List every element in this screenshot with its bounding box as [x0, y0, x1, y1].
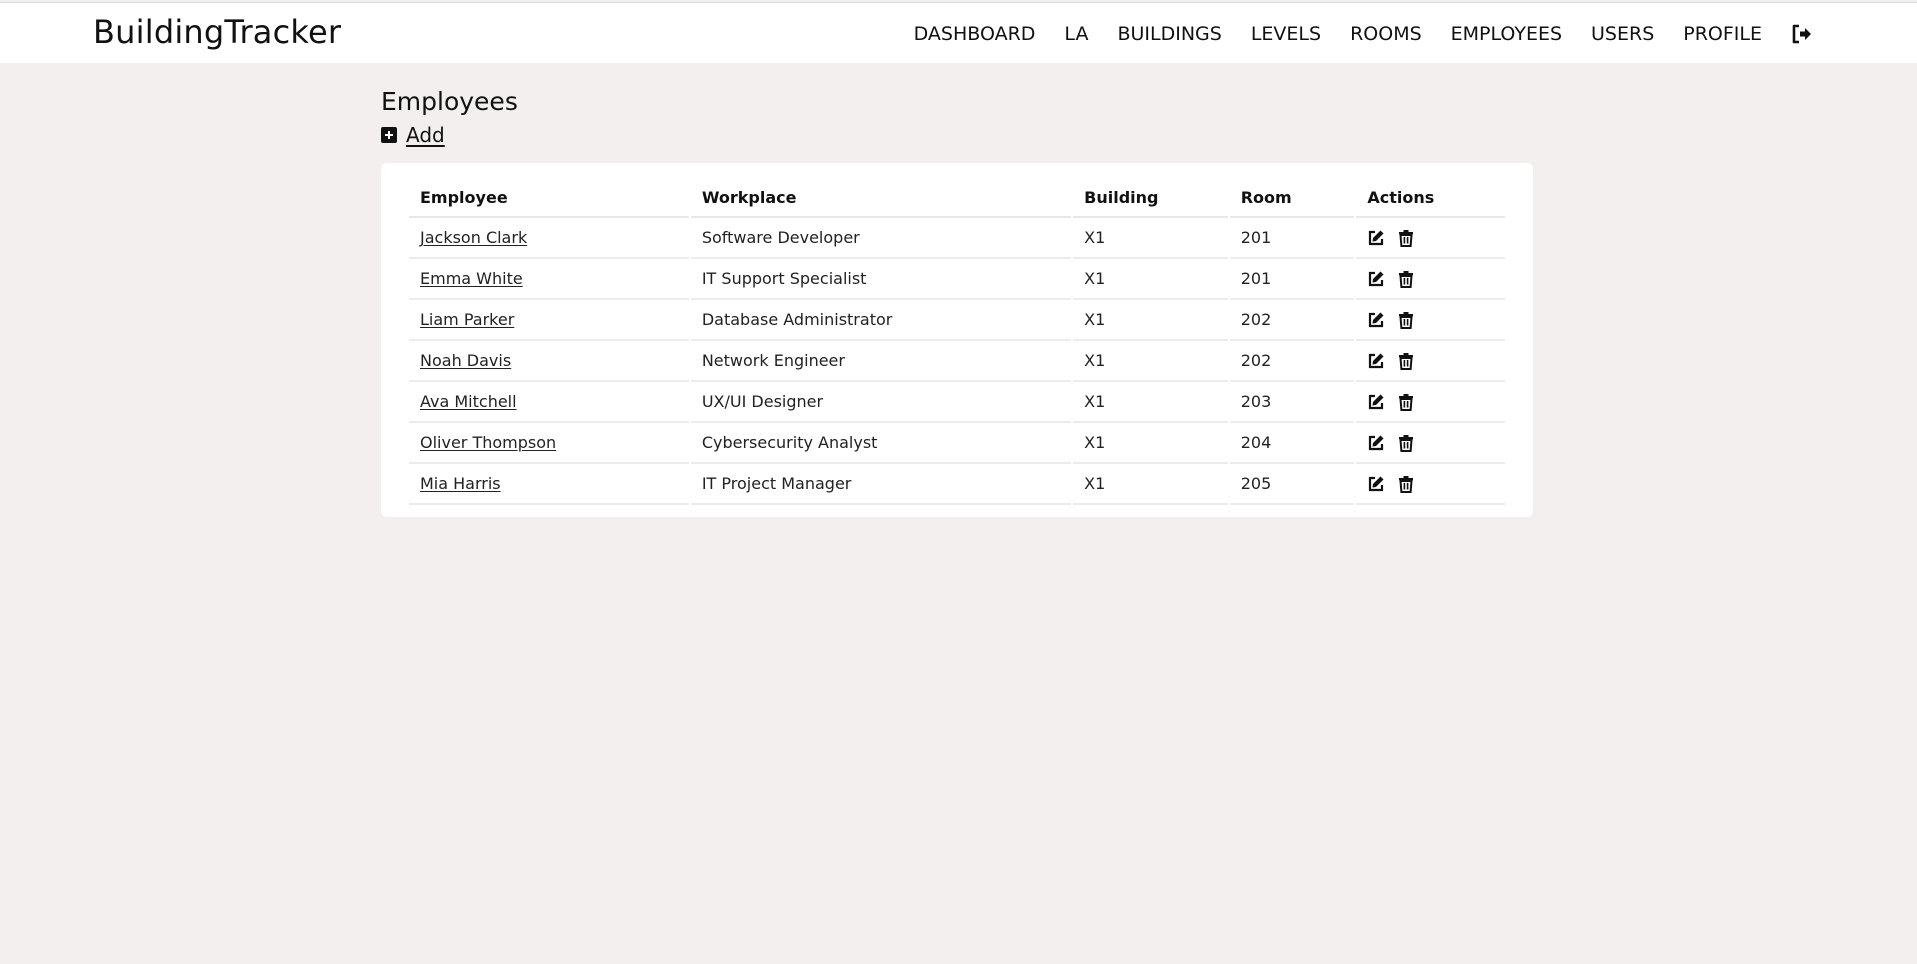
- nav-employees[interactable]: EMPLOYEES: [1451, 23, 1562, 45]
- main-nav: DASHBOARD LA BUILDINGS LEVELS ROOMS EMPL…: [914, 3, 1813, 64]
- column-header-workplace: Workplace: [690, 178, 1072, 218]
- employee-cell: Mia Harris: [409, 464, 689, 505]
- edit-icon[interactable]: [1367, 311, 1385, 329]
- workplace-cell: IT Support Specialist: [690, 259, 1072, 300]
- actions-cell: [1356, 382, 1505, 423]
- table-row: Noah Davis Network Engineer X1 202: [409, 341, 1505, 382]
- column-header-building: Building: [1073, 178, 1228, 218]
- building-cell: X1: [1073, 259, 1228, 300]
- workplace-cell: Software Developer: [690, 218, 1072, 259]
- trash-icon[interactable]: [1397, 270, 1415, 288]
- trash-icon[interactable]: [1397, 229, 1415, 247]
- actions-cell: [1356, 218, 1505, 259]
- table-row: Mia Harris IT Project Manager X1 205: [409, 464, 1505, 505]
- trash-icon[interactable]: [1397, 434, 1415, 452]
- trash-icon[interactable]: [1397, 352, 1415, 370]
- employee-link[interactable]: Mia Harris: [420, 474, 501, 493]
- employee-link[interactable]: Oliver Thompson: [420, 433, 556, 452]
- actions-cell: [1356, 423, 1505, 464]
- nav-users[interactable]: USERS: [1591, 23, 1654, 45]
- trash-icon[interactable]: [1397, 393, 1415, 411]
- page-title: Employees: [381, 87, 518, 116]
- brand-logo[interactable]: BuildingTracker: [93, 13, 341, 51]
- nav-levels[interactable]: LEVELS: [1251, 23, 1321, 45]
- employee-link[interactable]: Ava Mitchell: [420, 392, 517, 411]
- employee-link[interactable]: Jackson Clark: [420, 228, 527, 247]
- actions-cell: [1356, 259, 1505, 300]
- edit-icon[interactable]: [1367, 475, 1385, 493]
- add-employee-button[interactable]: Add: [381, 123, 1533, 147]
- room-cell: 202: [1229, 341, 1355, 382]
- building-cell: X1: [1073, 382, 1228, 423]
- nav-la[interactable]: LA: [1064, 23, 1088, 45]
- top-navbar: BuildingTracker DASHBOARD LA BUILDINGS L…: [0, 2, 1917, 63]
- building-cell: X1: [1073, 423, 1228, 464]
- workplace-cell: Network Engineer: [690, 341, 1072, 382]
- building-cell: X1: [1073, 341, 1228, 382]
- table-row: Oliver Thompson Cybersecurity Analyst X1…: [409, 423, 1505, 464]
- nav-profile[interactable]: PROFILE: [1683, 23, 1762, 45]
- employee-cell: Emma White: [409, 259, 689, 300]
- table-row: Liam Parker Database Administrator X1 20…: [409, 300, 1505, 341]
- employee-cell: Oliver Thompson: [409, 423, 689, 464]
- employee-link[interactable]: Noah Davis: [420, 351, 511, 370]
- employee-cell: Jackson Clark: [409, 218, 689, 259]
- column-header-room: Room: [1229, 178, 1355, 218]
- room-cell: 201: [1229, 259, 1355, 300]
- employee-cell: Ava Mitchell: [409, 382, 689, 423]
- workplace-cell: Cybersecurity Analyst: [690, 423, 1072, 464]
- main-content: Employees Add Employee Workplace Buildin…: [381, 86, 1533, 517]
- edit-icon[interactable]: [1367, 229, 1385, 247]
- employee-cell: Liam Parker: [409, 300, 689, 341]
- sign-out-icon[interactable]: [1791, 23, 1813, 45]
- table-header-row: Employee Workplace Building Room Actions: [409, 178, 1505, 218]
- workplace-cell: UX/UI Designer: [690, 382, 1072, 423]
- actions-cell: [1356, 300, 1505, 341]
- building-cell: X1: [1073, 464, 1228, 505]
- table-row: Ava Mitchell UX/UI Designer X1 203: [409, 382, 1505, 423]
- employees-table: Employee Workplace Building Room Actions…: [407, 178, 1507, 505]
- edit-icon[interactable]: [1367, 434, 1385, 452]
- employee-link[interactable]: Emma White: [420, 269, 523, 288]
- edit-icon[interactable]: [1367, 270, 1385, 288]
- actions-cell: [1356, 464, 1505, 505]
- room-cell: 201: [1229, 218, 1355, 259]
- nav-dashboard[interactable]: DASHBOARD: [914, 23, 1036, 45]
- edit-icon[interactable]: [1367, 393, 1385, 411]
- trash-icon[interactable]: [1397, 311, 1415, 329]
- table-row: Emma White IT Support Specialist X1 201: [409, 259, 1505, 300]
- table-row: Jackson Clark Software Developer X1 201: [409, 218, 1505, 259]
- room-cell: 202: [1229, 300, 1355, 341]
- building-cell: X1: [1073, 300, 1228, 341]
- employees-table-card: Employee Workplace Building Room Actions…: [381, 163, 1533, 517]
- employee-link[interactable]: Liam Parker: [420, 310, 514, 329]
- nav-buildings[interactable]: BUILDINGS: [1117, 23, 1221, 45]
- building-cell: X1: [1073, 218, 1228, 259]
- room-cell: 205: [1229, 464, 1355, 505]
- edit-icon[interactable]: [1367, 352, 1385, 370]
- column-header-employee: Employee: [409, 178, 689, 218]
- employee-cell: Noah Davis: [409, 341, 689, 382]
- column-header-actions: Actions: [1356, 178, 1505, 218]
- room-cell: 203: [1229, 382, 1355, 423]
- actions-cell: [1356, 341, 1505, 382]
- trash-icon[interactable]: [1397, 475, 1415, 493]
- nav-rooms[interactable]: ROOMS: [1350, 23, 1422, 45]
- workplace-cell: Database Administrator: [690, 300, 1072, 341]
- room-cell: 204: [1229, 423, 1355, 464]
- add-label: Add: [406, 123, 445, 147]
- workplace-cell: IT Project Manager: [690, 464, 1072, 505]
- plus-square-icon: [381, 127, 397, 143]
